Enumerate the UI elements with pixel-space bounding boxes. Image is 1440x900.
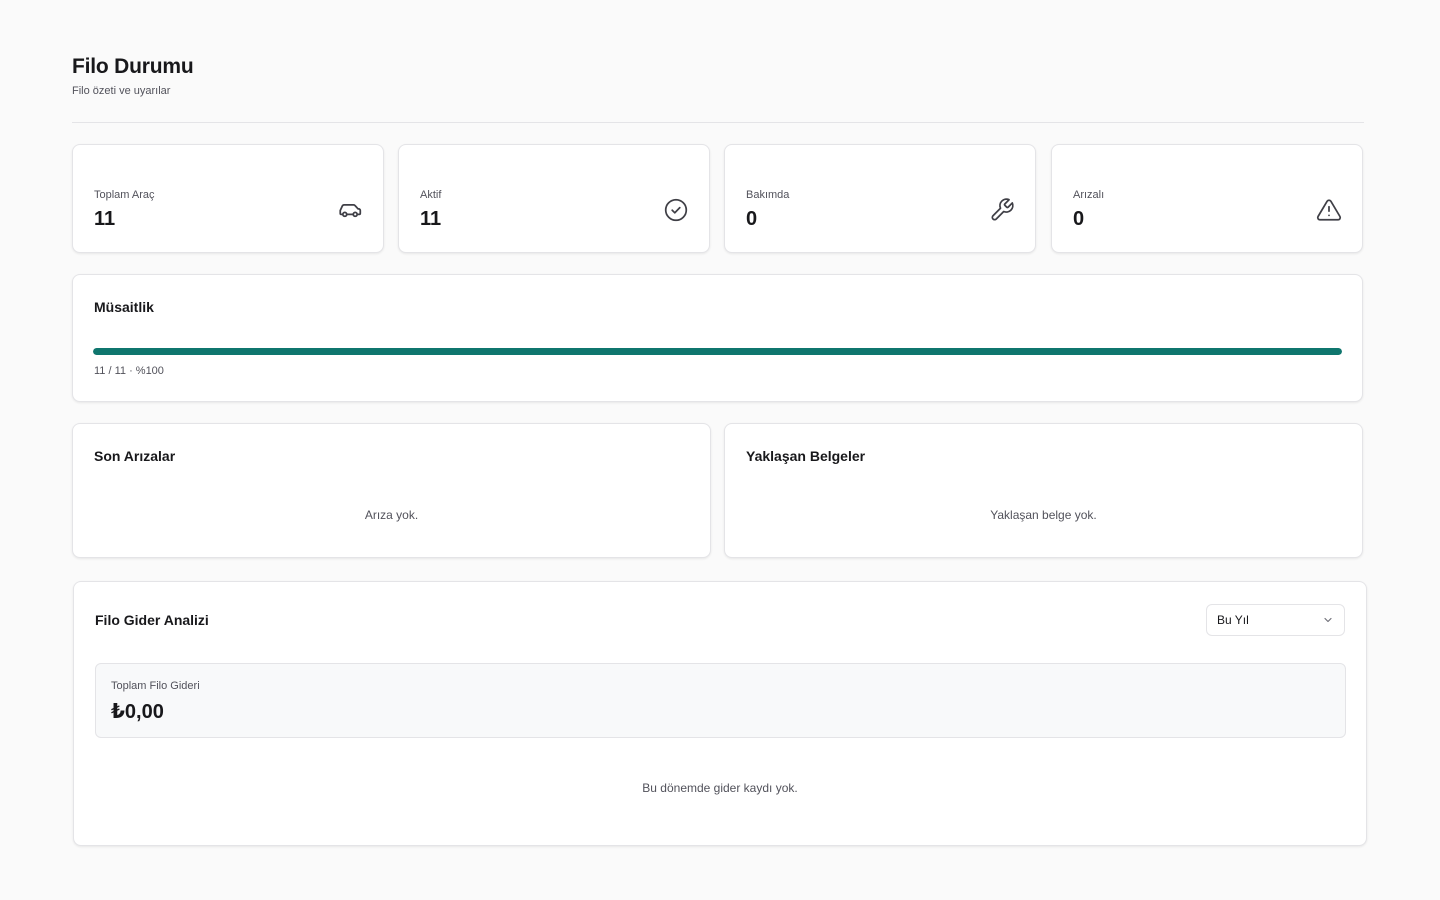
stat-value: 0 xyxy=(1073,208,1085,230)
stat-card-maintenance: Bakımda 0 xyxy=(724,144,1036,253)
availability-progress-fill xyxy=(93,348,1342,355)
car-icon xyxy=(337,197,363,223)
stat-card-total-vehicles: Toplam Araç 11 xyxy=(72,144,384,253)
expense-analysis-card: Filo Gider Analizi Bu Yıl Toplam Filo Gi… xyxy=(73,581,1367,846)
upcoming-documents-card: Yaklaşan Belgeler Yaklaşan belge yok. xyxy=(724,423,1363,558)
warning-triangle-icon xyxy=(1316,197,1342,223)
chevron-down-icon xyxy=(1322,614,1334,626)
expense-title: Filo Gider Analizi xyxy=(95,612,209,628)
stat-value: 11 xyxy=(94,208,116,230)
page-header: Filo Durumu Filo özeti ve uyarılar xyxy=(72,55,194,97)
stat-label: Bakımda xyxy=(746,189,790,201)
availability-card: Müsaitlik 11 / 11 · %100 xyxy=(72,274,1363,402)
header-divider xyxy=(72,122,1364,123)
total-expense-value: ₺0,00 xyxy=(111,701,164,723)
stat-label: Arızalı xyxy=(1073,189,1105,201)
expense-empty: Bu dönemde gider kaydı yok. xyxy=(642,781,798,795)
total-expense-box: Toplam Filo Gideri ₺0,00 xyxy=(95,663,1346,738)
stat-label: Toplam Araç xyxy=(94,189,155,201)
availability-progress-bar xyxy=(93,348,1342,355)
availability-title: Müsaitlik xyxy=(94,299,154,315)
wrench-icon xyxy=(989,197,1015,223)
stat-value: 11 xyxy=(420,208,442,230)
upcoming-documents-title: Yaklaşan Belgeler xyxy=(746,448,866,464)
stat-card-faulty: Arızalı 0 xyxy=(1051,144,1363,253)
check-circle-icon xyxy=(663,197,689,223)
page-title: Filo Durumu xyxy=(72,55,194,78)
availability-summary: 11 / 11 · %100 xyxy=(94,365,164,377)
total-expense-label: Toplam Filo Gideri xyxy=(111,680,200,692)
period-select-value: Bu Yıl xyxy=(1217,613,1249,627)
recent-faults-card: Son Arızalar Arıza yok. xyxy=(72,423,711,558)
stat-card-active: Aktif 11 xyxy=(398,144,710,253)
stat-value: 0 xyxy=(746,208,758,230)
recent-faults-empty: Arıza yok. xyxy=(364,508,419,522)
page-subtitle: Filo özeti ve uyarılar xyxy=(72,85,171,97)
upcoming-documents-empty: Yaklaşan belge yok. xyxy=(990,508,1097,522)
stat-label: Aktif xyxy=(420,189,442,201)
recent-faults-title: Son Arızalar xyxy=(94,448,176,464)
period-select[interactable]: Bu Yıl xyxy=(1206,604,1345,636)
